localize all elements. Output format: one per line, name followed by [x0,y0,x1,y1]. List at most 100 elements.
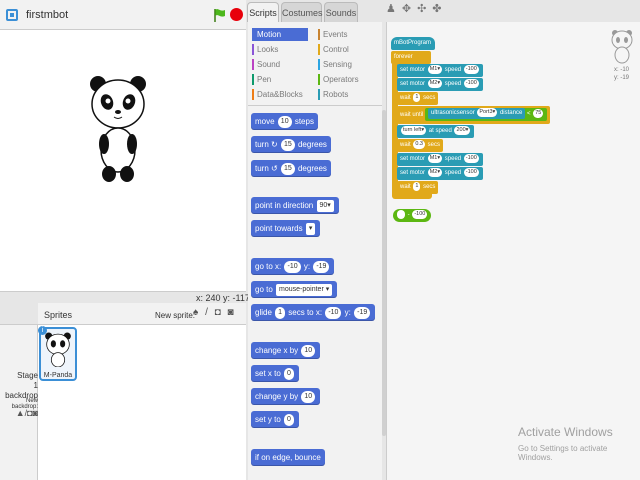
category-robots[interactable]: Robots [318,88,348,101]
block-text: speed [444,81,462,87]
block-number-input[interactable]: 15 [280,138,295,151]
block-text: turn ↻ [255,140,278,149]
block-text: speed [444,170,462,176]
new-backdrop-icons[interactable]: ▲/◘◙ [0,408,38,418]
block-number-input[interactable]: 10 [301,344,316,357]
block-set-motor-m2[interactable]: set motor M2▾ speed -100 [397,167,483,180]
block-number-input[interactable]: 10 [277,115,292,128]
tab-costumes[interactable]: Costumes [281,2,323,22]
block-dropdown[interactable]: M1▾ [427,153,443,163]
block-glide[interactable]: glide 1 secs to x: -10 y: -19 [251,304,376,321]
block-point-towards[interactable]: point towards ▾ [251,220,321,237]
category-looks[interactable]: Looks [252,43,278,56]
loose-operator-reporter[interactable]: - -100 [393,209,432,222]
block-go-to[interactable]: go to mouse-pointer ▾ [251,281,338,298]
block-number-input[interactable]: -10 [325,306,342,319]
block-number-input[interactable]: 1 [413,181,421,191]
category-motion[interactable]: Motion [252,28,308,41]
tab-sounds[interactable]: Sounds [324,2,358,22]
block-dropdown[interactable]: M2▾ [427,167,443,177]
block-change-x[interactable]: change x by 10 [251,342,321,359]
block-dropdown[interactable]: ▾ [305,222,316,235]
new-sprite-icons[interactable]: ♠ / ◘ ◙ [193,307,236,318]
block-number-input[interactable]: -100 [463,78,479,88]
category-pen[interactable]: Pen [252,73,271,86]
category-control[interactable]: Control [318,43,349,56]
panda-sprite[interactable] [88,72,148,192]
block-text: wait [400,142,411,148]
block-text: distance [499,110,523,116]
block-go-to-xy[interactable]: go to x: -10 y: -19 [251,258,335,275]
block-text: at speed [428,128,452,134]
block-number-input[interactable]: 15 [280,162,295,175]
block-number-input[interactable]: 0.3 [413,139,425,149]
block-number-input[interactable]: 1 [413,92,421,102]
block-text: wait [400,95,411,101]
project-title[interactable]: firstmbot [26,9,68,21]
block-number-input[interactable]: 75 [533,108,544,118]
block-dropdown[interactable]: mouse-pointer ▾ [276,283,333,296]
block-categories: Motion Looks Sound Pen Data&Blocks Event… [248,22,382,106]
block-dropdown[interactable]: 90▾ [316,199,334,212]
block-set-motor-m2[interactable]: set motor M2▾ speed -100 [397,78,483,91]
block-point-in-direction[interactable]: point in direction 90▾ [251,197,339,214]
category-sound[interactable]: Sound [252,58,280,71]
category-data-blocks[interactable]: Data&Blocks [252,88,303,101]
block-dropdown[interactable]: 200▾ [454,125,471,135]
block-move-steps[interactable]: move 10 steps [251,113,318,130]
block-text: point in direction [255,201,314,210]
block-number-input[interactable] [397,209,405,219]
block-set-motor-m1[interactable]: set motor M1▾ speed -100 [397,153,483,166]
block-turn-counterclockwise[interactable]: turn ↺ 15 degrees [251,160,331,177]
block-set-x[interactable]: set x to 0 [251,365,299,382]
block-dropdown[interactable]: M2▾ [427,78,443,88]
category-color-swatch [252,74,254,85]
block-number-input[interactable]: 0 [284,413,294,426]
block-set-motor-m1[interactable]: set motor M1▾ speed -100 [397,64,483,77]
block-wait-secs[interactable]: wait 1 secs [397,181,439,194]
block-wait-secs[interactable]: wait 0.3 secs [397,139,444,152]
green-flag-icon[interactable] [213,8,227,22]
block-text: ultrasonicsensor [431,110,475,116]
block-number-input[interactable]: -19 [354,306,371,319]
block-number-input[interactable]: -10 [284,260,301,273]
category-events[interactable]: Events [318,28,347,41]
block-ultrasonic-comparison[interactable]: ultrasonicsensor Port3▾ distance < 75 [425,107,548,121]
block-text: secs [427,142,441,148]
block-wait-until[interactable]: wait until ultrasonicsensor Port3▾ dista… [397,106,551,124]
category-color-swatch [318,74,320,85]
block-number-input[interactable]: -100 [463,167,479,177]
block-change-y[interactable]: change y by 10 [251,388,321,405]
hat-block-mbot-program[interactable]: mBotProgram [391,37,435,50]
stop-icon[interactable] [230,8,243,21]
block-number-input[interactable]: -100 [463,153,479,163]
fullscreen-icon[interactable] [6,9,18,21]
sprite-y: y: -19 [614,75,630,81]
block-number-input[interactable]: 0 [284,367,294,380]
block-ultrasonic-sensor[interactable]: ultrasonicsensor Port3▾ distance [428,107,526,119]
sprite-info-icon[interactable]: i [38,326,47,335]
block-number-input[interactable]: -19 [313,260,330,273]
block-set-y[interactable]: set y to 0 [251,411,299,428]
block-text: glide [255,308,272,317]
block-text: secs [423,95,436,101]
block-dropdown[interactable]: Port3▾ [477,107,498,117]
block-dropdown[interactable]: turn left▾ [401,125,427,135]
stage-thumbnail-label[interactable]: Stage 1 backdrop [0,371,38,401]
block-text: set x to [255,369,281,378]
block-if-on-edge-bounce[interactable]: if on edge, bounce [251,449,325,466]
block-number-input[interactable]: 1 [275,306,286,319]
block-turn-at-speed[interactable]: turn left▾ at speed 200▾ [397,125,475,138]
cursor-tools-icons[interactable]: ♟✥✣✤ [386,2,448,15]
block-number-input[interactable]: 10 [301,390,316,403]
block-turn-clockwise[interactable]: turn ↻ 15 degrees [251,136,331,153]
category-sensing[interactable]: Sensing [318,58,352,71]
block-dropdown[interactable]: M1▾ [427,64,443,74]
block-number-input[interactable]: -100 [412,209,428,219]
new-sprite-label: New sprite: [155,311,196,320]
tab-scripts[interactable]: Scripts [247,2,279,22]
block-text: set motor [400,81,426,87]
category-operators[interactable]: Operators [318,73,359,86]
block-wait-secs[interactable]: wait 1 secs [397,92,439,105]
block-number-input[interactable]: -100 [463,64,479,74]
